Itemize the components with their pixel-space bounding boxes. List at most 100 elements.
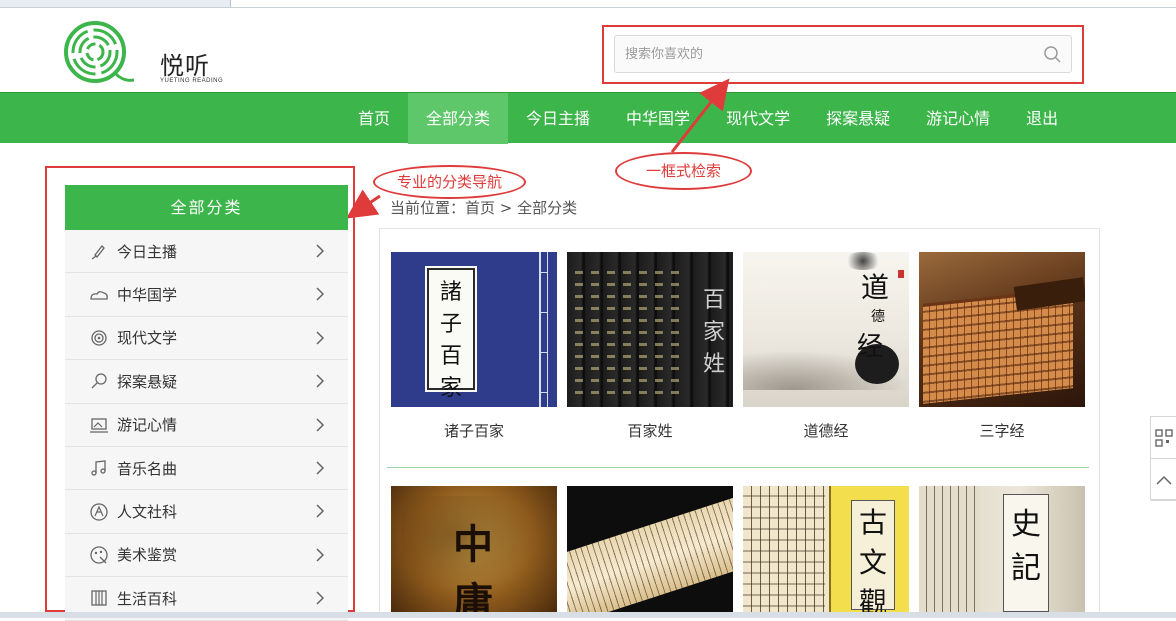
qr-code-icon [1154, 428, 1173, 447]
browser-status-strip [0, 612, 1176, 618]
sidebar-annotation-label: 专业的分类导航 [373, 165, 526, 199]
nav-item-home[interactable]: 首页 [340, 93, 408, 144]
main-nav: 首页 全部分类 今日主播 中华国学 现代文学 探案悬疑 游记心情 退出 [0, 92, 1176, 144]
logo-name: 悦听 [160, 52, 210, 80]
book-title[interactable]: 百家姓 [567, 420, 733, 441]
book-title[interactable]: 三字经 [919, 420, 1085, 441]
chevron-right-icon [316, 374, 325, 388]
chevron-right-icon [316, 461, 325, 475]
sidebar-item-modern-literature[interactable]: 现代文学 [65, 316, 348, 361]
back-to-top-button[interactable] [1151, 459, 1176, 501]
book-cover[interactable]: 百 家 姓 [567, 252, 733, 407]
book-card-baijiaxing[interactable]: 百 家 姓 百家姓 [567, 252, 733, 440]
cover-glyph: 家 [439, 376, 462, 401]
chevron-right-icon [316, 504, 325, 518]
landscape-icon [90, 418, 108, 433]
cloud-icon [90, 290, 108, 300]
cover-glyph: 文 [858, 546, 887, 579]
chevron-right-icon [316, 244, 325, 258]
book-card-guwenguanzhi[interactable]: 古 文 觀 [743, 486, 909, 612]
nav-item-travel[interactable]: 游记心情 [908, 93, 1008, 144]
book-title[interactable]: 道德经 [743, 420, 909, 441]
nav-item-today-host[interactable]: 今日主播 [508, 93, 608, 144]
breadcrumb: 当前位置：首页 > 全部分类 [390, 199, 578, 217]
cover-glyph: 道 [861, 271, 890, 304]
sidebar-item-mystery[interactable]: 探案悬疑 [65, 360, 348, 404]
book-cover[interactable]: 史 記 [919, 486, 1085, 612]
sidebar-item-label: 中华国学 [117, 286, 178, 305]
chevron-right-icon [316, 591, 325, 605]
cover-glyph: 经 [857, 332, 884, 362]
cover-glyph: 諸 [439, 280, 462, 305]
sidebar-item-label: 今日主播 [117, 242, 178, 261]
music-note-icon [91, 460, 106, 476]
book-cover[interactable] [567, 486, 733, 612]
book-cover[interactable] [919, 252, 1085, 407]
sidebar-item-label: 美术鉴赏 [117, 546, 178, 565]
magnifier-icon [91, 373, 107, 389]
cover-glyph: 家 [703, 320, 726, 345]
sidebar-item-label: 人文社科 [117, 503, 178, 522]
book-card-shiji[interactable]: 史 記 [919, 486, 1085, 612]
cover-glyph: 史 [1011, 507, 1041, 542]
sidebar-item-travel[interactable]: 游记心情 [65, 403, 348, 447]
book-cover[interactable]: 中 庸 [391, 486, 557, 612]
book-icon [91, 590, 107, 606]
logo-subtitle: YUETING READING [160, 78, 224, 84]
book-card-zhongyong[interactable]: 中 庸 [391, 486, 557, 612]
chevron-right-icon [316, 287, 325, 301]
fingerprint-icon [91, 330, 107, 346]
qr-code-button[interactable] [1151, 417, 1176, 459]
site-logo[interactable]: 悦听 YUETING READING [64, 20, 244, 86]
cover-glyph: 庸 [453, 579, 493, 612]
compass-icon [90, 502, 108, 521]
sidebar-title: 全部分类 [65, 185, 348, 230]
site-header: 悦听 YUETING READING [0, 8, 1176, 92]
search-input[interactable] [625, 36, 1025, 72]
cover-glyph: 子 [439, 312, 462, 337]
category-sidebar: 全部分类 今日主播 中华国学 现代文学 探案悬疑 游记心情 音乐名曲 人文社科 … [65, 185, 348, 621]
browser-chrome-strip [0, 0, 1176, 8]
chevron-right-icon [316, 331, 325, 345]
book-cover[interactable]: 古 文 觀 [743, 486, 909, 612]
nav-item-chinese-classics[interactable]: 中华国学 [608, 93, 708, 144]
cover-glyph: 百 [439, 344, 462, 369]
book-card-daodejing[interactable]: 道 德 经 道德经 [743, 252, 909, 440]
address-bar-edge [230, 0, 1176, 7]
book-cover[interactable]: 諸 子 百 家 [391, 252, 557, 407]
book-card-scroll[interactable] [567, 486, 733, 612]
search-icon[interactable] [1043, 45, 1061, 63]
chevron-up-icon [1155, 475, 1172, 485]
sidebar-item-label: 游记心情 [117, 416, 178, 435]
cover-glyph: 記 [1011, 551, 1041, 586]
microphone-icon [91, 245, 105, 260]
sidebar-item-today-host[interactable]: 今日主播 [65, 230, 348, 274]
sidebar-item-music[interactable]: 音乐名曲 [65, 446, 348, 491]
sidebar-item-humanities[interactable]: 人文社科 [65, 490, 348, 534]
nav-item-mystery[interactable]: 探案悬疑 [808, 93, 908, 144]
book-card-zhuzi[interactable]: 諸 子 百 家 诸子百家 [391, 252, 557, 440]
book-cover[interactable]: 道 德 经 [743, 252, 909, 407]
sidebar-item-chinese-classics[interactable]: 中华国学 [65, 273, 348, 317]
cover-glyph: 觀 [858, 586, 887, 612]
sidebar-item-label: 生活百科 [117, 589, 178, 608]
book-title[interactable]: 诸子百家 [391, 420, 557, 441]
chevron-right-icon [316, 418, 325, 432]
sidebar-item-label: 音乐名曲 [117, 459, 178, 478]
palette-icon [90, 546, 108, 564]
nav-item-all-categories[interactable]: 全部分类 [408, 93, 509, 144]
sidebar-item-art[interactable]: 美术鉴赏 [65, 533, 348, 578]
book-card-sanzijing[interactable]: 三字经 [919, 252, 1085, 440]
cover-glyph: 姓 [703, 352, 726, 377]
cover-glyph: 中 [453, 521, 493, 568]
nav-item-modern-literature[interactable]: 现代文学 [708, 93, 808, 144]
search-box [614, 35, 1072, 73]
row-divider [387, 467, 1089, 468]
chevron-right-icon [316, 548, 325, 562]
search-annotation-label: 一框式检索 [615, 152, 752, 190]
sidebar-item-label: 探案悬疑 [117, 372, 178, 391]
cover-glyph: 德 [871, 309, 885, 325]
cover-glyph: 百 [703, 288, 726, 313]
logo-maze-icon [64, 21, 134, 83]
nav-item-logout[interactable]: 退出 [1008, 93, 1076, 144]
